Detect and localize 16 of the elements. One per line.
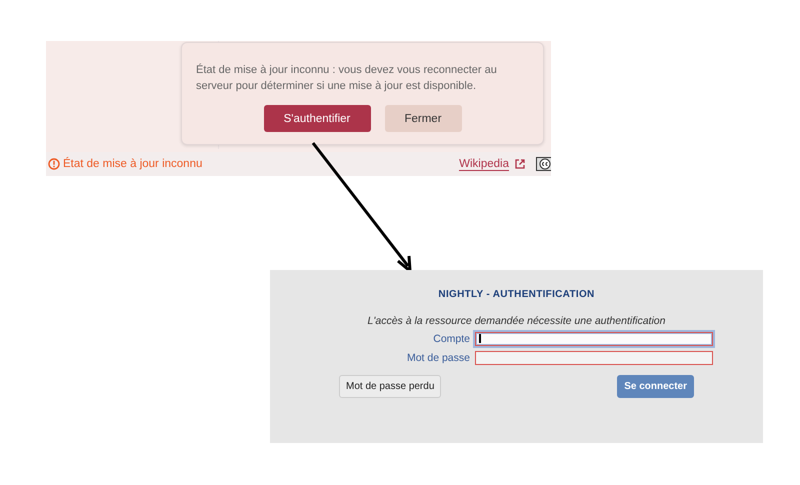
login-message: L'accès à la ressource demandée nécessite une authentification xyxy=(368,315,666,327)
lost-password-button[interactable]: Mot de passe perdu xyxy=(339,375,442,398)
login-button[interactable]: Se connecter xyxy=(617,375,694,398)
popup-message: État de mise à jour inconnu : vous devez vous reconnecter au serveur pour déterminer si une mise à jour est disponible. xyxy=(196,62,498,94)
field-label: Compte xyxy=(432,333,470,345)
field-label: Mot de passe xyxy=(406,352,470,364)
external-link-icon xyxy=(514,158,526,170)
authenticate-button[interactable]: S'authentifier xyxy=(264,105,370,132)
close-button[interactable]: Fermer xyxy=(384,105,462,132)
password-field[interactable] xyxy=(475,351,713,365)
wikipedia-link[interactable]: Wikipedia xyxy=(459,158,509,170)
update-status-text: État de mise à jour inconnu xyxy=(63,158,202,170)
warning-icon xyxy=(48,158,60,170)
license-icon xyxy=(536,157,551,171)
account-field[interactable] xyxy=(475,332,713,346)
login-title: NIGHTLY - AUTHENTIFICATION xyxy=(438,289,595,300)
